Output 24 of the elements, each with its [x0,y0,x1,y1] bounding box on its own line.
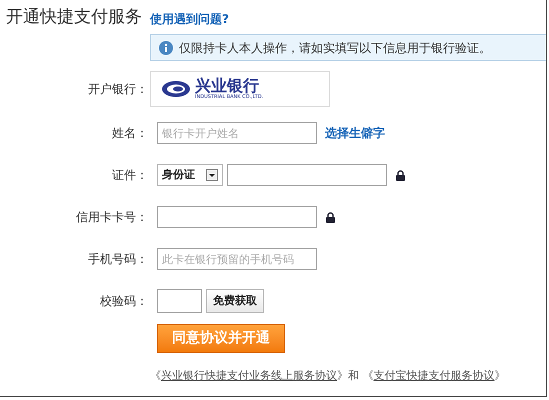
input-field[interactable] [157,206,317,228]
input-field[interactable]: 银行卡开户姓名 [157,122,317,144]
field-label: 证件： [111,167,149,184]
field-label: 校验码： [99,293,149,310]
help-link[interactable]: 使用遇到问题? [150,10,229,28]
info-icon [159,40,173,54]
agreement-text: 《兴业银行快捷支付业务线上服务协议》和 《支付宝快捷支付服务协议》 [150,368,506,384]
get-code-button[interactable]: 免费获取 [206,289,264,313]
field-label: 信用卡卡号： [75,209,149,226]
field-label: 开户银行： [87,81,149,98]
bank-name: 兴业银行 [195,78,259,94]
agreement-link[interactable]: 兴业银行快捷支付业务线上服务协议 [161,369,337,382]
field-label: 姓名： [111,125,149,142]
notice-text: 仅限持卡人本人操作，请如实填写以下信息用于银行验证。 [179,40,491,56]
field-label: 手机号码： [87,251,149,268]
bank-logo-icon [161,80,191,98]
input-field[interactable]: 此卡在银行预留的手机号码 [157,248,317,270]
id-number-field[interactable] [227,164,387,186]
code-field[interactable] [157,289,202,313]
rare-character-link[interactable]: 选择生僻字 [325,124,385,142]
id-type-select[interactable]: 身份证 [157,164,223,186]
agreement-link[interactable]: 支付宝快捷支付服务协议 [374,369,494,382]
page-title: 开通快捷支付服务 [6,6,142,28]
dropdown-icon [206,169,218,181]
